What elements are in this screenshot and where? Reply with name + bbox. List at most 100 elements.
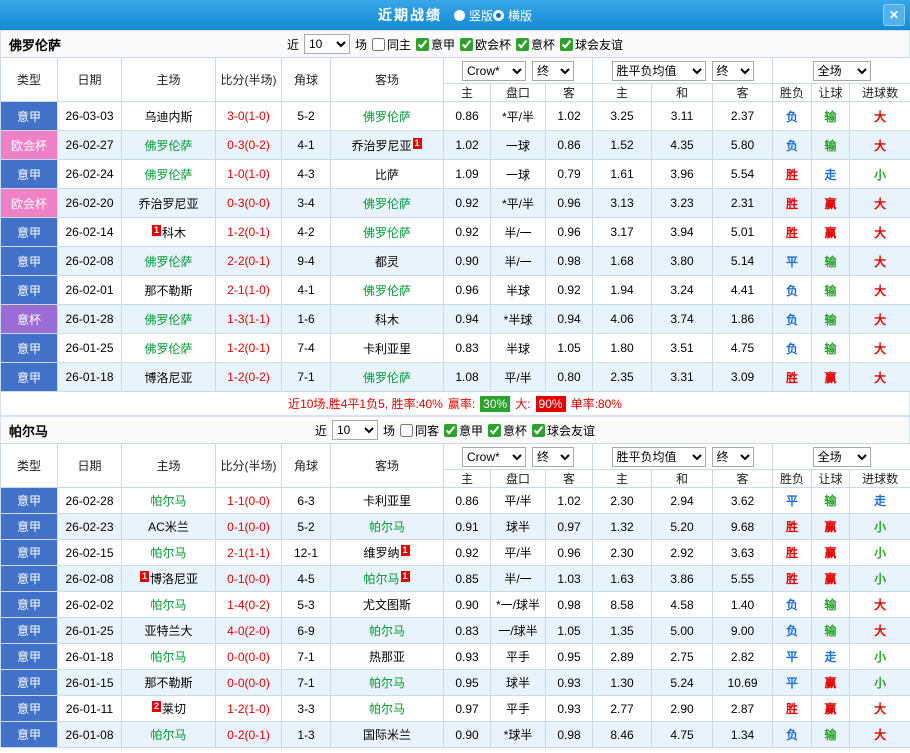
league-filter-checkbox[interactable] [372, 38, 385, 51]
view-radio-0[interactable]: 竖版 [454, 7, 493, 24]
handicap-away-odds: 1.03 [546, 566, 593, 592]
league-filter-1[interactable]: 意甲 [444, 422, 483, 439]
league-filter-1[interactable]: 意甲 [416, 36, 455, 53]
match-count-select[interactable]: 10 [304, 34, 350, 54]
handicap-away-odds: 0.93 [546, 670, 593, 696]
europe-draw-odds: 3.94 [652, 218, 713, 247]
view-radio-1[interactable]: 横版 [493, 7, 532, 24]
league-filter-checkbox[interactable] [416, 38, 429, 51]
handicap-time-select[interactable]: 终 [532, 61, 574, 81]
score: 1-0(1-0) [216, 160, 282, 189]
goals-result: 小 [850, 566, 910, 592]
europe-home-odds: 4.06 [593, 305, 652, 334]
league-filter-2[interactable]: 意杯 [488, 422, 527, 439]
match-row: 意甲26-02-15帕尔马2-1(1-1)12-1维罗纳10.92平/半0.96… [1, 540, 910, 566]
corner-score: 4-5 [282, 566, 331, 592]
handicap-result: 输 [812, 276, 850, 305]
away-team-name: 尤文图斯 [363, 598, 411, 612]
match-row: 意甲26-03-03乌迪内斯3-0(1-0)5-2佛罗伦萨0.86*平/半1.0… [1, 102, 910, 131]
league-filter-checkbox[interactable] [488, 424, 501, 437]
europe-away-odds: 2.87 [713, 696, 773, 722]
sub-column-header: 主 [593, 470, 652, 488]
score: 0-1(0-0) [216, 514, 282, 540]
handicap-away-odds: 1.05 [546, 334, 593, 363]
handicap-result: 赢 [812, 514, 850, 540]
europe-draw-odds: 5.24 [652, 670, 713, 696]
home-team: 帕尔马 [122, 488, 216, 514]
league-filter-checkbox[interactable] [532, 424, 545, 437]
handicap-time-select[interactable]: 终 [532, 447, 574, 467]
radio-circle-icon [493, 10, 504, 21]
corner-score: 7-1 [282, 363, 331, 392]
handicap-result: 输 [812, 247, 850, 276]
match-result: 平 [773, 670, 812, 696]
league-filter-checkbox[interactable] [460, 38, 473, 51]
match-date: 26-02-15 [58, 540, 122, 566]
red-card-badge: 1 [152, 225, 161, 236]
league-filter-0[interactable]: 同主 [372, 36, 411, 53]
match-result: 胜 [773, 160, 812, 189]
home-team: 帕尔马 [122, 592, 216, 618]
away-team-name: 帕尔马 [369, 702, 405, 716]
match-count-select[interactable]: 10 [332, 420, 378, 440]
column-header: 日期 [58, 444, 122, 488]
europe-time-select[interactable]: 终 [712, 447, 754, 467]
league-filter-checkbox[interactable] [560, 38, 573, 51]
scope-select[interactable]: 全场 [813, 447, 871, 467]
close-button[interactable]: ✕ [883, 4, 905, 26]
odds-company-select[interactable]: Crow* [462, 447, 526, 467]
corner-score: 7-1 [282, 670, 331, 696]
home-team-name: 博洛尼亚 [150, 572, 198, 586]
sub-column-header: 主 [593, 84, 652, 102]
home-team-name: 那不勒斯 [144, 676, 192, 690]
europe-time-select[interactable]: 终 [712, 61, 754, 81]
column-header: 主场 [122, 58, 216, 102]
league-filter-2[interactable]: 欧会杯 [460, 36, 511, 53]
big-rate-badge: 90% [536, 396, 566, 412]
europe-draw-odds: 3.23 [652, 189, 713, 218]
league-filter-checkbox[interactable] [444, 424, 457, 437]
europe-away-odds: 1.34 [713, 722, 773, 748]
sub-column-header: 进球数 [850, 84, 910, 102]
home-team-name: 那不勒斯 [144, 284, 192, 298]
league-filter-3[interactable]: 球会友谊 [532, 422, 595, 439]
europe-odds-select[interactable]: 胜平负均值 [612, 447, 706, 467]
league-badge: 意甲 [1, 592, 58, 618]
summary-text: 近10场,胜4平1负5, 胜率:40% [288, 395, 443, 412]
handicap-away-odds: 0.96 [546, 189, 593, 218]
sub-column-header: 主 [444, 470, 491, 488]
scope-select[interactable]: 全场 [813, 61, 871, 81]
column-header: 比分(半场) [216, 444, 282, 488]
match-result: 负 [773, 592, 812, 618]
corner-score: 4-1 [282, 131, 331, 160]
europe-draw-odds: 2.92 [652, 540, 713, 566]
handicap-away-odds: 0.96 [546, 218, 593, 247]
league-filter-0[interactable]: 同客 [400, 422, 439, 439]
odds-company-select[interactable]: Crow* [462, 61, 526, 81]
league-filter-3[interactable]: 意杯 [516, 36, 555, 53]
goals-result: 大 [850, 189, 910, 218]
away-team: 尤文图斯 [331, 592, 444, 618]
league-filter-checkbox[interactable] [516, 38, 529, 51]
europe-home-odds: 2.30 [593, 488, 652, 514]
handicap-away-odds: 0.98 [546, 247, 593, 276]
away-team-name: 热那亚 [369, 650, 405, 664]
home-team-name: 帕尔马 [150, 728, 186, 742]
handicap-line: 半/一 [491, 247, 546, 276]
league-filter-4[interactable]: 球会友谊 [560, 36, 623, 53]
europe-odds-select[interactable]: 胜平负均值 [612, 61, 706, 81]
team-section-1: 帕尔马近10场同客意甲意杯球会友谊类型日期主场比分(半场)角球客场Crow*终胜… [0, 416, 910, 748]
sub-column-header: 主 [444, 84, 491, 102]
away-team-name: 国际米兰 [363, 728, 411, 742]
league-filter-checkbox[interactable] [400, 424, 413, 437]
handicap-result: 赢 [812, 189, 850, 218]
league-badge: 意甲 [1, 363, 58, 392]
europe-away-odds: 5.54 [713, 160, 773, 189]
handicap-home-odds: 0.92 [444, 540, 491, 566]
league-badge: 意甲 [1, 334, 58, 363]
handicap-result: 赢 [812, 670, 850, 696]
europe-away-odds: 10.69 [713, 670, 773, 696]
handicap-result: 赢 [812, 363, 850, 392]
single-rate-text: 单率:80% [571, 395, 622, 412]
goals-result: 小 [850, 644, 910, 670]
